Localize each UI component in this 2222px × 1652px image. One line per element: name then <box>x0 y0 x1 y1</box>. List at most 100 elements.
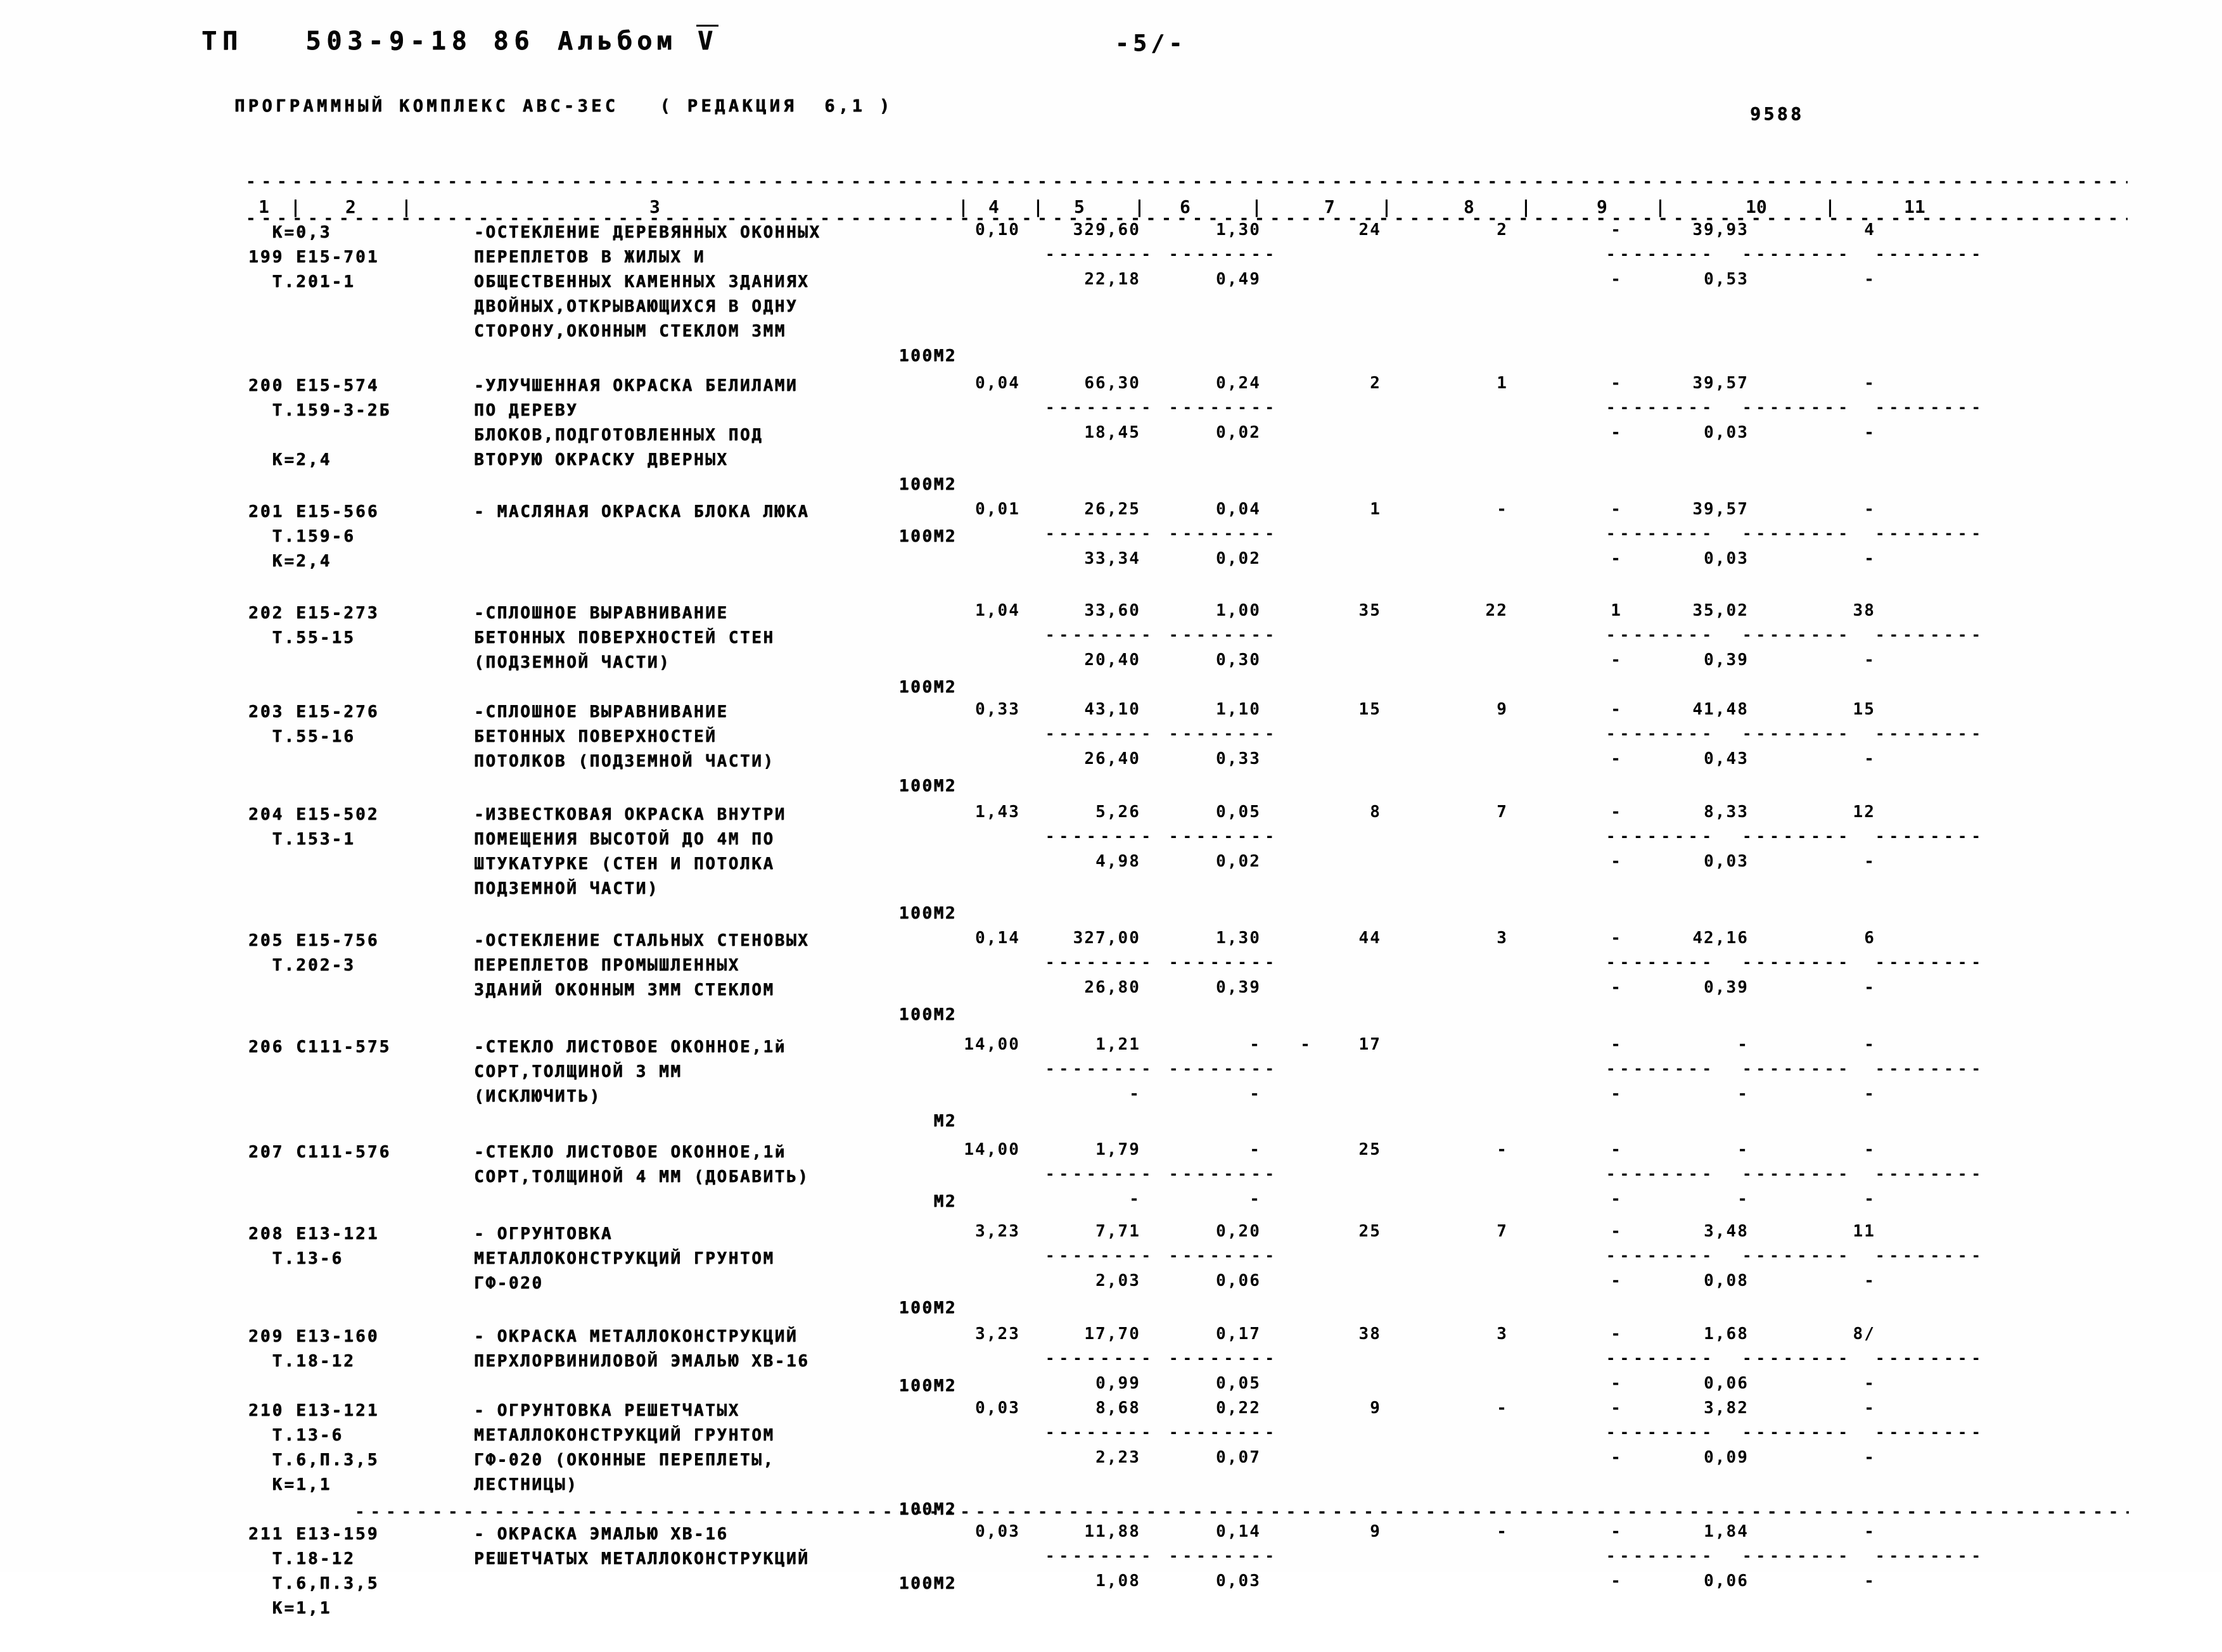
row-unit-label: 100М2 <box>898 346 957 365</box>
value-dotted-separator: --------- <box>1875 1060 1986 1077</box>
subvalue-col11: - <box>1864 651 1875 670</box>
value-dotted-separator: --------- <box>1742 953 1853 971</box>
column-separator: | <box>1134 196 1145 217</box>
document-page: ТП 503-9-18 86 Альбом V -5/- ПРОГРАММНЫЙ… <box>0 0 2222 1618</box>
column-number-6: 6 <box>1180 196 1191 217</box>
value-dotted-separator: --------- <box>1169 827 1280 845</box>
value-dotted-separator: --------- <box>1875 1547 1986 1565</box>
subvalue-col11: - <box>1864 1190 1875 1209</box>
value-dotted-separator: --------- <box>1742 725 1853 742</box>
subvalue-col11: - <box>1864 1374 1875 1393</box>
table-row: 200 Е15-574 Т.159-3-2Б К=2,4 -УЛУЧШЕННАЯ … <box>0 374 2222 500</box>
value-dotted-separator: --------- <box>1742 1247 1853 1264</box>
row-code-cell: 204 Е15-502 Т.153-1 <box>248 805 380 849</box>
table-row: 205 Е15-756 Т.202-3 -ОСТЕКЛЕНИЕ СТАЛЬНЫХ … <box>0 929 2222 1035</box>
row-unit-label: М2 <box>933 1112 957 1131</box>
row-description-cell: - ОКРАСКА МЕТАЛЛОКОНСТРУКЦИЙ ПЕРХЛОРВИНИ… <box>474 1327 810 1371</box>
value-col11: - <box>1864 1140 1875 1159</box>
value-dotted-separator: --------- <box>1045 1060 1156 1077</box>
sheet-code: 9588 <box>1750 103 1804 124</box>
column-number-3: 3 <box>649 196 660 217</box>
value-col11: 4 <box>1864 220 1875 239</box>
subvalue-col11: - <box>1864 749 1875 768</box>
row-description-cell: -СПЛОШНОЕ ВЫРАВНИВАНИЕ БЕТОННЫХ ПОВЕРХНО… <box>474 604 775 672</box>
row-values: 14,00 1,79-25- - - - -------- -------- --------… <box>950 1140 2154 1222</box>
row-values: 0,01 26,25 0,04 1- -39,57- -------- -------- --… <box>950 500 2154 601</box>
value-dotted-separator: --------- <box>1045 1165 1156 1183</box>
value-dotted-separator: --------- <box>1045 725 1156 742</box>
page-marker: -5/- <box>1115 30 1187 56</box>
column-separator: | <box>1381 196 1392 217</box>
document-code: ТП 503-9-18 86 <box>201 27 535 56</box>
table-body: К=0,3 199 Е15-701 Т.201-1 -ОСТЕКЛЕНИЕ ДЕР… <box>0 220 2222 1652</box>
value-dotted-separator: --------- <box>1169 1547 1280 1565</box>
table-top-rule: ----------------------------------------… <box>246 172 2128 191</box>
row-code-cell: 202 Е15-273 Т.55-15 <box>248 604 380 647</box>
row-code-cell: 200 Е15-574 Т.159-3-2Б К=2,4 <box>248 376 392 469</box>
value-dotted-separator: --------- <box>1045 398 1156 416</box>
value-dotted-separator: --------- <box>1742 827 1853 845</box>
row-unit-label: 100М2 <box>898 475 957 494</box>
row-values: 3,23 17,70 0,17 38 3-1,68 8/-------- -------- -… <box>950 1325 2154 1399</box>
table-row: 203 Е15-276 Т.55-16 -СПЛОШНОЕ ВЫРАВНИВАНИ… <box>0 700 2222 803</box>
column-separator: | <box>1033 196 1044 217</box>
row-description-cell: - ОГРУНТОВКА РЕШЕТЧАТЫХ МЕТАЛЛОКОНСТРУКЦ… <box>474 1401 775 1494</box>
column-number-4: 4 <box>988 196 999 217</box>
table-row: 208 Е13-121 Т.13-6 - ОГРУНТОВКА МЕТАЛЛОКО… <box>0 1222 2222 1325</box>
value-dotted-separator: --------- <box>1875 953 1986 971</box>
row-description-cell: - ОГРУНТОВКА МЕТАЛЛОКОНСТРУКЦИЙ ГРУНТОМ … <box>474 1224 775 1293</box>
row-code-cell: 207 С111-576 <box>248 1143 392 1162</box>
value-col11: 8/ <box>1853 1325 1875 1344</box>
value-dotted-separator: --------- <box>1875 245 1986 263</box>
value-dotted-separator: --------- <box>1045 1247 1156 1264</box>
row-values: 1,43 5,26 0,05 8 7-8,33 12 -------- -------- ---… <box>950 803 2154 929</box>
value-dotted-separator: --------- <box>1875 524 1986 542</box>
row-code-cell: 209 Е13-160 Т.18-12 <box>248 1327 380 1371</box>
column-number-1: 1 <box>259 196 269 217</box>
album-number: V <box>696 25 719 56</box>
album-label-group: Альбом V <box>558 25 719 56</box>
row-code-cell: 201 Е15-566 Т.159-6 К=2,4 <box>248 502 380 571</box>
column-separator: | <box>1655 196 1666 217</box>
value-col11: 6 <box>1864 929 1875 948</box>
value-dotted-separator: --------- <box>1742 398 1853 416</box>
column-separator: | <box>290 196 301 217</box>
value-dotted-separator: --------- <box>1169 1349 1280 1367</box>
table-row: 206 С111-575 -СТЕКЛО ЛИСТОВОЕ ОКОННОЕ,1й … <box>0 1035 2222 1140</box>
value-dotted-separator: --------- <box>1875 1247 1986 1264</box>
value-col11: 12 <box>1853 803 1875 822</box>
value-dotted-separator: --------- <box>1606 626 1717 644</box>
table-row: 201 Е15-566 Т.159-6 К=2,4 - МАСЛЯНАЯ ОКРА… <box>0 500 2222 601</box>
column-separator: | <box>958 196 969 217</box>
row-code-cell: 211 Е13-159 Т.18-12 Т.6,П.3,5 К=1,1 <box>248 1525 380 1618</box>
row-values: 14,00 1,21-17- - - - -------- -------- --------… <box>950 1035 2154 1140</box>
subvalue-col11: - <box>1864 1271 1875 1290</box>
value-col11: 11 <box>1853 1222 1875 1241</box>
subvalue-col11: - <box>1864 1084 1875 1103</box>
value-dotted-separator: --------- <box>1742 626 1853 644</box>
value-dotted-separator: --------- <box>1045 245 1156 263</box>
row-code-cell: 208 Е13-121 Т.13-6 <box>248 1224 380 1268</box>
row-unit-label: 100М2 <box>898 1574 957 1593</box>
value-dotted-separator: --------- <box>1742 1165 1853 1183</box>
value-dotted-separator: --------- <box>1875 626 1986 644</box>
value-dotted-separator: --------- <box>1875 398 1986 416</box>
value-dotted-separator: --------- <box>1742 245 1853 263</box>
value-dotted-separator: --------- <box>1169 1423 1280 1441</box>
column-number-11: 11 <box>1904 196 1925 217</box>
subvalue-col11: - <box>1864 1448 1875 1467</box>
subvalue-col11: - <box>1864 270 1875 289</box>
row-description-cell: -СТЕКЛО ЛИСТОВОЕ ОКОННОЕ,1й СОРТ,ТОЛЩИНО… <box>474 1038 786 1106</box>
value-dotted-separator: --------- <box>1606 953 1717 971</box>
column-number-8: 8 <box>1464 196 1474 217</box>
column-number-7: 7 <box>1324 196 1335 217</box>
row-code-cell: 205 Е15-756 Т.202-3 <box>248 931 380 975</box>
row-description-cell: -СПЛОШНОЕ ВЫРАВНИВАНИЕ БЕТОННЫХ ПОВЕРХНО… <box>474 702 775 771</box>
value-dotted-separator: --------- <box>1169 245 1280 263</box>
row-values: 0,33 43,10 1,10 15 9-41,48 15 -------- --------… <box>950 700 2154 803</box>
row-unit-label: 100М2 <box>898 527 957 546</box>
row-description-cell: -ОСТЕКЛЕНИЕ ДЕРЕВЯННЫХ ОКОННЫХ ПЕРЕПЛЕТО… <box>474 223 821 341</box>
value-dotted-separator: --------- <box>1606 1349 1717 1367</box>
row-unit-label: 100М2 <box>898 678 957 697</box>
row-description-cell: - МАСЛЯНАЯ ОКРАСКА БЛОКА ЛЮКА <box>474 502 810 521</box>
